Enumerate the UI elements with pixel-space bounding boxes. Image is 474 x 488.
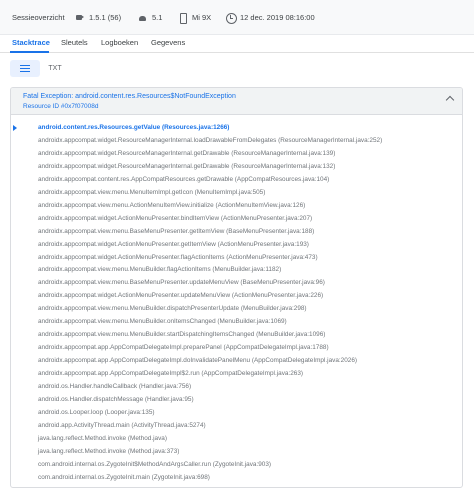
os-version-text: 5.1 [152,13,163,22]
stack-frame: com.android.internal.os.ZygoteInit$Metho… [38,460,272,468]
stack-frame: android.os.Looper.loop (Looper.java:135) [38,408,155,416]
active-tab-indicator [10,51,49,53]
stack-frame: androidx.appcompat.view.menu.MenuBuilder… [38,266,282,274]
stack-frame: androidx.appcompat.widget.ActionMenuPres… [38,214,313,222]
device-model: Mi 9X [178,13,212,24]
stack-frame: androidx.appcompat.widget.ResourceManage… [38,149,336,157]
stack-frame: com.android.internal.os.ZygoteInit.main … [38,473,210,481]
tab-keys[interactable]: Sleutels [61,38,88,47]
stack-frame: android.os.Handler.handleCallback (Handl… [38,383,192,390]
session-info-bar: Sessieoverzicht 1.5.1 (56) 5.1 Mi 9X 12 … [0,0,474,35]
stack-frame: androidx.appcompat.view.menu.MenuItemImp… [38,188,266,196]
stack-frame: androidx.appcompat.widget.ActionMenuPres… [38,253,318,261]
txt-view-button[interactable]: TXT [40,60,70,77]
list-icon [20,65,30,72]
list-view-button[interactable] [10,60,40,77]
stack-frame: androidx.appcompat.view.menu.BaseMenuPre… [38,279,325,287]
tab-logs[interactable]: Logboeken [101,38,138,47]
stack-frame: java.lang.reflect.Method.invoke (Method.… [38,447,180,455]
stack-frame: androidx.appcompat.view.menu.MenuBuilder… [38,331,326,339]
stack-frame: androidx.appcompat.content.res.AppCompat… [38,175,330,183]
app-version: 1.5.1 (56) [75,13,121,22]
stack-frame: android.os.Handler.dispatchMessage (Hand… [38,395,194,403]
android-icon [138,13,147,22]
stack-frame: androidx.appcompat.widget.ActionMenuPres… [38,240,309,248]
stack-frame: androidx.appcompat.view.menu.MenuBuilder… [38,305,307,313]
crash-timestamp: 12 dec. 2019 08:16:00 [226,13,315,24]
current-frame-marker-icon [13,125,17,131]
stack-frame: androidx.appcompat.view.menu.MenuBuilder… [38,318,287,326]
tab-data[interactable]: Gegevens [151,38,185,47]
exception-title: Fatal Exception: android.content.res.Res… [23,93,236,100]
os-version: 5.1 [138,13,162,22]
exception-header[interactable]: Fatal Exception: android.content.res.Res… [11,88,462,115]
stack-frame: androidx.appcompat.widget.ActionMenuPres… [38,292,324,300]
stack-frame: android.app.ActivityThread.main (Activit… [38,421,206,429]
version-tag-icon [75,13,84,22]
stack-frame: androidx.appcompat.app.AppCompatDelegate… [38,370,304,378]
stack-frame: androidx.appcompat.app.AppCompatDelegate… [38,357,358,365]
stack-frame: androidx.appcompat.view.menu.BaseMenuPre… [38,227,315,235]
txt-view-label: TXT [48,65,62,72]
session-overview-label: Sessieoverzicht [12,13,65,22]
clock-icon [226,13,237,24]
stack-frame: androidx.appcompat.widget.ResourceManage… [38,162,336,170]
stack-frame: androidx.appcompat.widget.ResourceManage… [38,136,383,144]
stack-frame-highlighted: android.content.res.Resources.getValue (… [38,124,230,131]
tab-stacktrace[interactable]: Stacktrace [12,38,50,47]
stack-frame: androidx.appcompat.app.AppCompatDelegate… [38,344,329,352]
app-version-text: 1.5.1 (56) [89,13,122,22]
stacktrace-panel: Fatal Exception: android.content.res.Res… [10,87,463,488]
device-model-text: Mi 9X [192,13,212,22]
crash-timestamp-text: 12 dec. 2019 08:16:00 [240,13,315,22]
chevron-up-icon[interactable] [445,95,455,105]
phone-icon [178,13,187,24]
view-mode-toggle: TXT [10,60,70,77]
detail-tabs: Stacktrace Sleutels Logboeken Gegevens [0,35,474,53]
stack-frame: java.lang.reflect.Method.invoke (Method.… [38,434,167,442]
stack-frame: androidx.appcompat.view.menu.ActionMenuI… [38,201,306,209]
exception-resource-id: Resource ID #0x7f07008d [23,103,99,110]
session-overview-text: Sessieoverzicht [12,13,65,22]
